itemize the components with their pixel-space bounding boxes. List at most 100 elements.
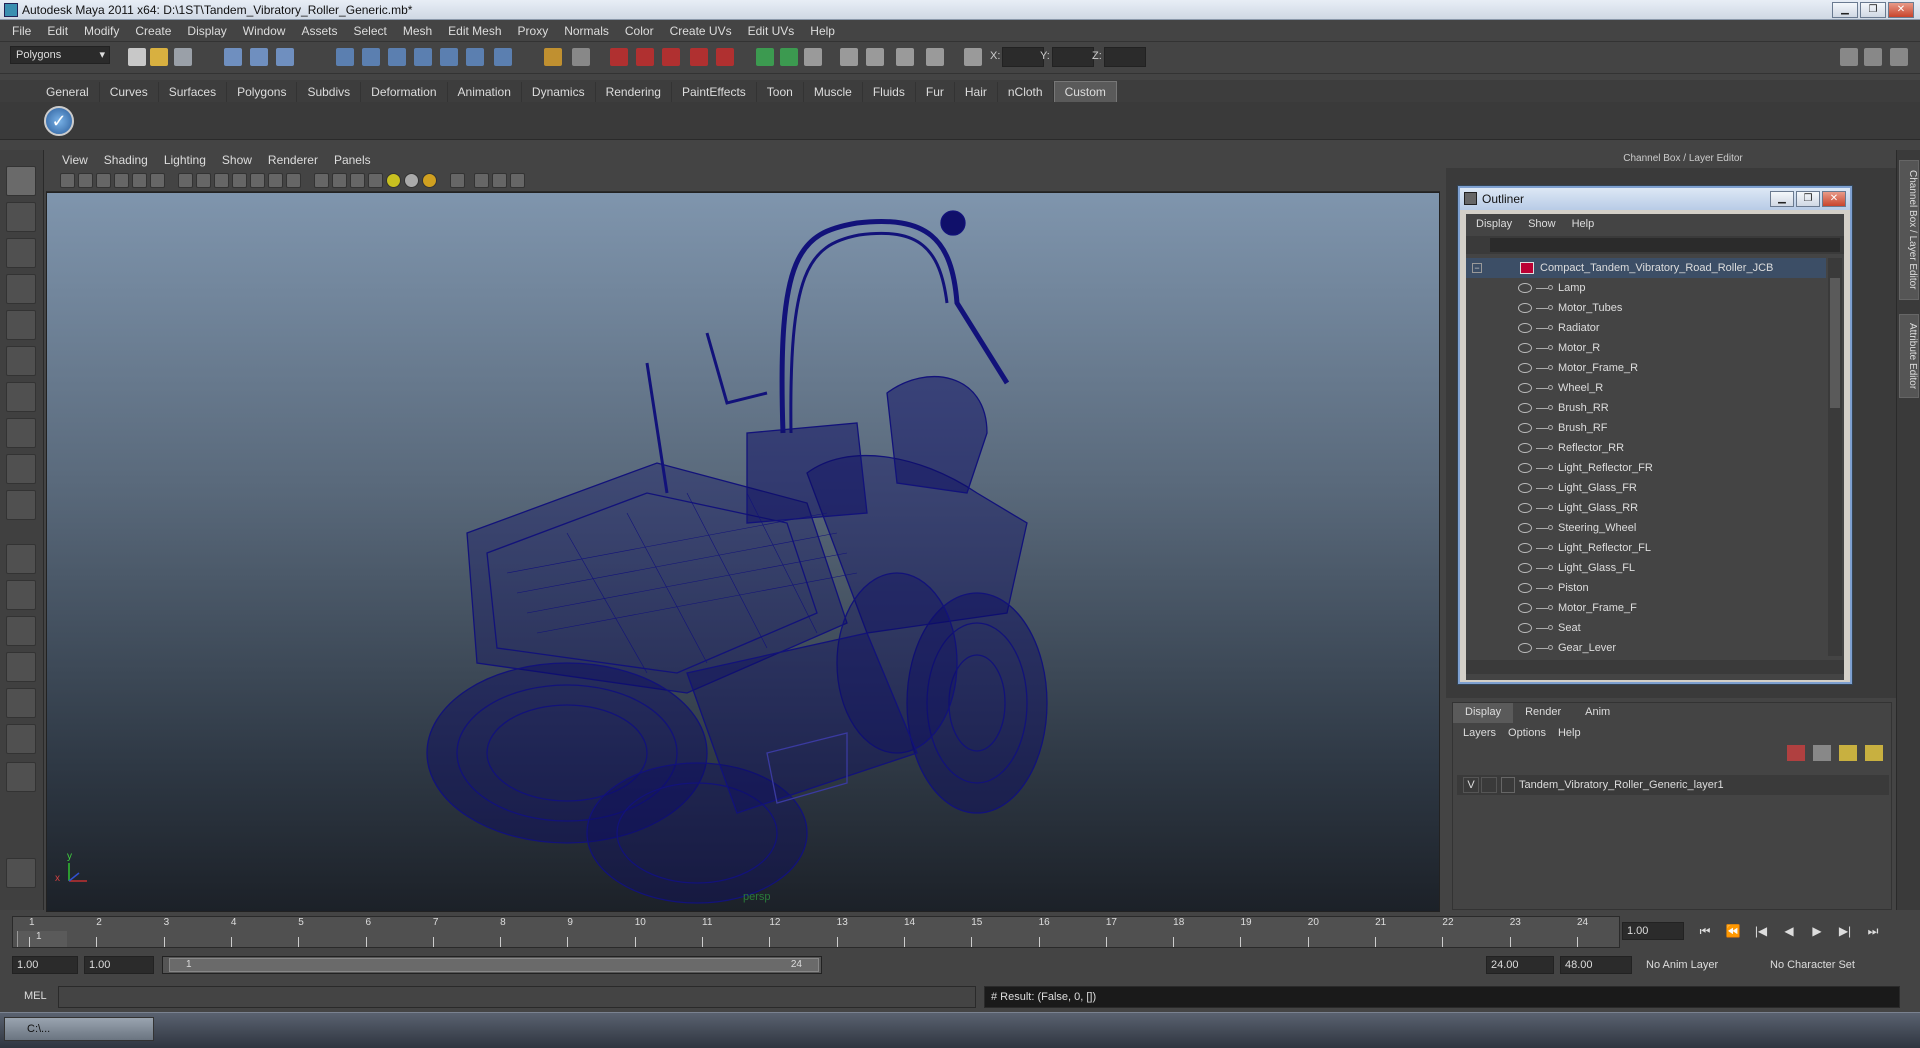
- outliner-item[interactable]: Motor_Tubes: [1466, 298, 1826, 318]
- menu-proxy[interactable]: Proxy: [510, 24, 557, 38]
- rotate-tool-icon[interactable]: [6, 310, 36, 340]
- outliner-menu-show[interactable]: Show: [1520, 218, 1564, 230]
- graph-layout-icon[interactable]: [6, 652, 36, 682]
- snap-curve-icon[interactable]: [362, 48, 380, 66]
- outliner-item[interactable]: Brush_RR: [1466, 398, 1826, 418]
- outliner-item[interactable]: Light_Reflector_FL: [1466, 538, 1826, 558]
- menu-display[interactable]: Display: [179, 24, 234, 38]
- highlight-selection-icon[interactable]: [572, 48, 590, 66]
- close-button[interactable]: ✕: [1888, 2, 1914, 18]
- menu-normals[interactable]: Normals: [556, 24, 617, 38]
- resolution-gate-icon[interactable]: [150, 173, 165, 188]
- layer-type-toggle[interactable]: [1481, 777, 1497, 793]
- range-slider[interactable]: 1 24: [162, 956, 822, 974]
- range-slider-handle[interactable]: 1 24: [169, 958, 819, 972]
- snap-grid-icon[interactable]: [336, 48, 354, 66]
- tab-general[interactable]: General: [36, 82, 100, 102]
- time-slider[interactable]: 1 1 2 3 4 5 6 7 8 9 10 11 12 13 14 15 16 17 18 19 20 21 22 23 2…: [12, 916, 1620, 948]
- outliner-item[interactable]: Brush_RF: [1466, 418, 1826, 438]
- isolate-select-icon[interactable]: [314, 173, 329, 188]
- viewport-menu-lighting[interactable]: Lighting: [156, 153, 214, 167]
- go-to-end-button[interactable]: ⏭: [1862, 922, 1884, 940]
- minimize-button[interactable]: ▁: [1832, 2, 1858, 18]
- checker-icon[interactable]: [368, 173, 383, 188]
- select-object-icon[interactable]: [250, 48, 268, 66]
- input-line-icon[interactable]: [840, 48, 858, 66]
- outliner-item[interactable]: Motor_Frame_F: [1466, 598, 1826, 618]
- select-tool-icon[interactable]: [6, 166, 36, 196]
- snap-point-icon[interactable]: [388, 48, 406, 66]
- transform-mode-icon[interactable]: [926, 48, 944, 66]
- outliner-item[interactable]: Light_Glass_FL: [1466, 558, 1826, 578]
- perspective-viewport[interactable]: x y persp: [46, 192, 1440, 912]
- playback-end-field[interactable]: 24.00: [1486, 956, 1554, 974]
- all-lights-icon[interactable]: [404, 173, 419, 188]
- smooth-shade-icon[interactable]: [196, 173, 211, 188]
- y-field[interactable]: [1052, 47, 1094, 67]
- command-input[interactable]: [58, 986, 976, 1008]
- start-time-field[interactable]: 1.00: [12, 956, 78, 974]
- tab-painteffects[interactable]: PaintEffects: [672, 82, 757, 102]
- outliner-item[interactable]: Wheel_R: [1466, 378, 1826, 398]
- menu-create[interactable]: Create: [127, 24, 179, 38]
- motion-blur-icon[interactable]: [510, 173, 525, 188]
- outliner-vertical-scrollbar[interactable]: [1828, 258, 1842, 656]
- ipr-render-icon[interactable]: [636, 48, 654, 66]
- outliner-item[interactable]: Light_Reflector_FR: [1466, 458, 1826, 478]
- wireframe-on-shaded-icon[interactable]: [214, 173, 229, 188]
- viewport-menu-shading[interactable]: Shading: [96, 153, 156, 167]
- selected-lights-icon[interactable]: [422, 173, 437, 188]
- create-empty-layer-icon[interactable]: [1839, 745, 1857, 761]
- outliner-item-root[interactable]: − Compact_Tandem_Vibratory_Road_Roller_J…: [1466, 258, 1826, 278]
- manipulator-tool-icon[interactable]: [6, 382, 36, 412]
- play-backwards-button[interactable]: ◀: [1778, 922, 1800, 940]
- render-settings-icon[interactable]: [662, 48, 680, 66]
- lasso-tool-icon[interactable]: [6, 202, 36, 232]
- camera-attributes-icon[interactable]: [60, 173, 75, 188]
- menu-modify[interactable]: Modify: [76, 24, 127, 38]
- viewport-menu-renderer[interactable]: Renderer: [260, 153, 326, 167]
- help-icon[interactable]: [494, 48, 512, 66]
- use-lights-icon[interactable]: [250, 173, 265, 188]
- viewport-menu-panels[interactable]: Panels: [326, 153, 379, 167]
- shadows-icon[interactable]: [268, 173, 283, 188]
- menu-color[interactable]: Color: [617, 24, 662, 38]
- camera-bookmark-icon[interactable]: [78, 173, 93, 188]
- select-component-icon[interactable]: [276, 48, 294, 66]
- outliner-item[interactable]: Motor_Frame_R: [1466, 358, 1826, 378]
- toggle-panel-icon[interactable]: [1840, 48, 1858, 66]
- ambient-occlusion-icon[interactable]: [492, 173, 507, 188]
- outliner-item[interactable]: Steering_Wheel: [1466, 518, 1826, 538]
- snap-surface-icon[interactable]: [440, 48, 458, 66]
- menu-edit-uvs[interactable]: Edit UVs: [740, 24, 803, 38]
- tab-polygons[interactable]: Polygons: [227, 82, 298, 102]
- outliner-filter-input[interactable]: [1490, 238, 1840, 252]
- toggle-layout-icon[interactable]: [1864, 48, 1882, 66]
- menu-edit-mesh[interactable]: Edit Mesh: [440, 24, 509, 38]
- new-scene-icon[interactable]: [128, 48, 146, 66]
- outliner-minimize-button[interactable]: ▁: [1770, 191, 1794, 207]
- current-time-field[interactable]: 1.00: [1622, 922, 1684, 940]
- select-hierarchy-icon[interactable]: [224, 48, 242, 66]
- layer-color-swatch[interactable]: [1501, 777, 1515, 793]
- outliner-item[interactable]: Radiator: [1466, 318, 1826, 338]
- move-tool-icon[interactable]: [6, 274, 36, 304]
- outliner-maximize-button[interactable]: ❐: [1796, 191, 1820, 207]
- shaded-box-icon[interactable]: [350, 173, 365, 188]
- layer-menu-options[interactable]: Options: [1502, 727, 1552, 739]
- tab-subdivs[interactable]: Subdivs: [297, 82, 362, 102]
- image-plane-icon[interactable]: [96, 173, 111, 188]
- tab-render-layers[interactable]: Render: [1513, 703, 1573, 723]
- outliner-item[interactable]: Lamp: [1466, 278, 1826, 298]
- menu-select[interactable]: Select: [345, 24, 394, 38]
- outliner-close-button[interactable]: ✕: [1822, 191, 1846, 207]
- tab-curves[interactable]: Curves: [100, 82, 159, 102]
- outliner-item[interactable]: Light_Glass_RR: [1466, 498, 1826, 518]
- viewport-menu-view[interactable]: View: [54, 153, 96, 167]
- delete-layer-icon[interactable]: [1787, 745, 1805, 761]
- outliner-item[interactable]: Reflector_RR: [1466, 438, 1826, 458]
- open-scene-icon[interactable]: [150, 48, 168, 66]
- outliner-menu-display[interactable]: Display: [1468, 218, 1520, 230]
- tab-toon[interactable]: Toon: [757, 82, 804, 102]
- tab-deformation[interactable]: Deformation: [361, 82, 448, 102]
